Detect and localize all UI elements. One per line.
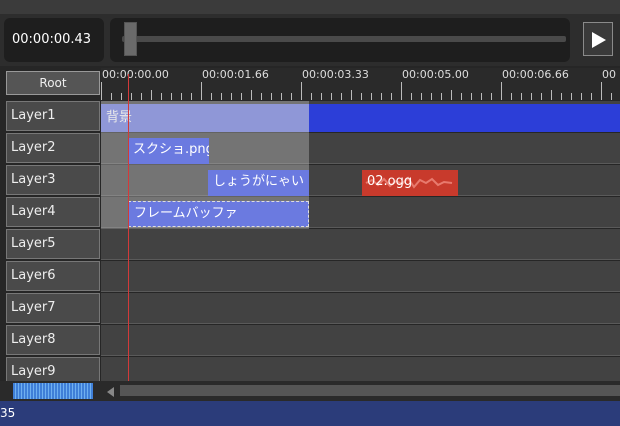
ruler-tick [261, 93, 262, 100]
time-ruler[interactable]: 00:00:00.00 00:00:01.66 00:00:03.33 00:0… [101, 68, 620, 100]
ruler-tick-label: 00 [602, 68, 616, 81]
ruler-tick [391, 93, 392, 100]
ruler-tick [241, 93, 242, 100]
ruler-tick [491, 93, 492, 100]
seek-thumb[interactable] [124, 22, 137, 56]
clip-image[interactable]: スクショ.png [128, 138, 209, 164]
ruler-tick [461, 93, 462, 100]
ruler-tick [561, 93, 562, 100]
layer-label[interactable]: Layer4 [6, 197, 100, 227]
play-icon [592, 32, 606, 48]
ruler-tick [371, 93, 372, 100]
ruler-tick-label: 00:00:03.33 [302, 68, 369, 81]
ruler-tick [281, 93, 282, 100]
ruler-tick [471, 93, 472, 100]
time-display: 00:00:00.43 [4, 18, 104, 62]
layer-label[interactable]: Layer2 [6, 133, 100, 163]
ruler-tick [571, 93, 572, 100]
root-button[interactable]: Root [6, 71, 100, 95]
ruler-tick [291, 93, 292, 100]
ruler-tick [161, 93, 162, 100]
ruler-tick [221, 93, 222, 100]
clip-frame-buffer[interactable]: フレームバッファ [128, 201, 309, 227]
ruler-tick [451, 90, 452, 100]
track-row[interactable] [101, 229, 620, 260]
ruler-tick [111, 93, 112, 100]
clip-text[interactable]: しょうがにゃい [208, 170, 309, 196]
ruler-tick [421, 93, 422, 100]
scrollbar-thumb[interactable] [120, 385, 620, 396]
ruler-tick [361, 93, 362, 100]
ruler-tick [381, 93, 382, 100]
ruler-tick [211, 93, 212, 100]
layer-label[interactable]: Layer7 [6, 293, 100, 323]
seek-rail[interactable] [122, 36, 566, 42]
ruler-tick [481, 93, 482, 100]
ruler-tick [521, 93, 522, 100]
ruler-tick [231, 93, 232, 100]
layer-label[interactable]: Layer1 [6, 101, 100, 131]
play-button[interactable] [583, 22, 613, 56]
ruler-tick [431, 93, 432, 100]
status-text: 35 [0, 406, 16, 420]
ruler-tick [441, 93, 442, 100]
clip-label: 02.ogg [367, 174, 413, 189]
zoom-slider[interactable] [13, 383, 93, 399]
top-strip [0, 0, 620, 14]
ruler-tick [501, 82, 502, 100]
ruler-tick [581, 93, 582, 100]
ruler-tick [151, 90, 152, 100]
layer-label[interactable]: Layer6 [6, 261, 100, 291]
ruler-tick [311, 93, 312, 100]
scroll-left-icon[interactable] [104, 384, 118, 398]
ruler-tick-label: 00:00:05.00 [402, 68, 469, 81]
track-row[interactable] [101, 261, 620, 292]
ruler-tick [181, 93, 182, 100]
status-bar: 35 [0, 401, 620, 426]
ruler-tick [251, 90, 252, 100]
ruler-tick [511, 93, 512, 100]
layer-label[interactable]: Layer3 [6, 165, 100, 195]
ruler-tick [271, 93, 272, 100]
ruler-tick-label: 00:00:06.66 [502, 68, 569, 81]
ruler-tick [321, 93, 322, 100]
ruler-tick [351, 90, 352, 100]
ruler-tick [531, 93, 532, 100]
ruler-tick [191, 93, 192, 100]
layer-label[interactable]: Layer8 [6, 325, 100, 355]
ruler-tick [101, 82, 102, 100]
ruler-tick [411, 93, 412, 100]
ruler-tick [341, 93, 342, 100]
ruler-tick [541, 93, 542, 100]
ruler-tick [331, 93, 332, 100]
track-row[interactable] [101, 325, 620, 356]
ruler-tick [601, 82, 602, 100]
ruler-tick [401, 82, 402, 100]
ruler-tick [201, 82, 202, 100]
clip-audio[interactable]: 02.ogg [362, 170, 458, 196]
ruler-tick-label: 00:00:01.66 [202, 68, 269, 81]
playhead[interactable] [128, 74, 129, 384]
ruler-tick [301, 82, 302, 100]
ruler-tick-label: 00:00:00.00 [102, 68, 169, 81]
ruler-tick [591, 93, 592, 100]
track-row[interactable] [101, 293, 620, 324]
ruler-tick [141, 93, 142, 100]
layer-label[interactable]: Layer5 [6, 229, 100, 259]
ruler-tick [121, 93, 122, 100]
ruler-tick [131, 93, 132, 100]
ruler-tick [611, 93, 612, 100]
ruler-tick [551, 90, 552, 100]
ruler-tick [171, 93, 172, 100]
